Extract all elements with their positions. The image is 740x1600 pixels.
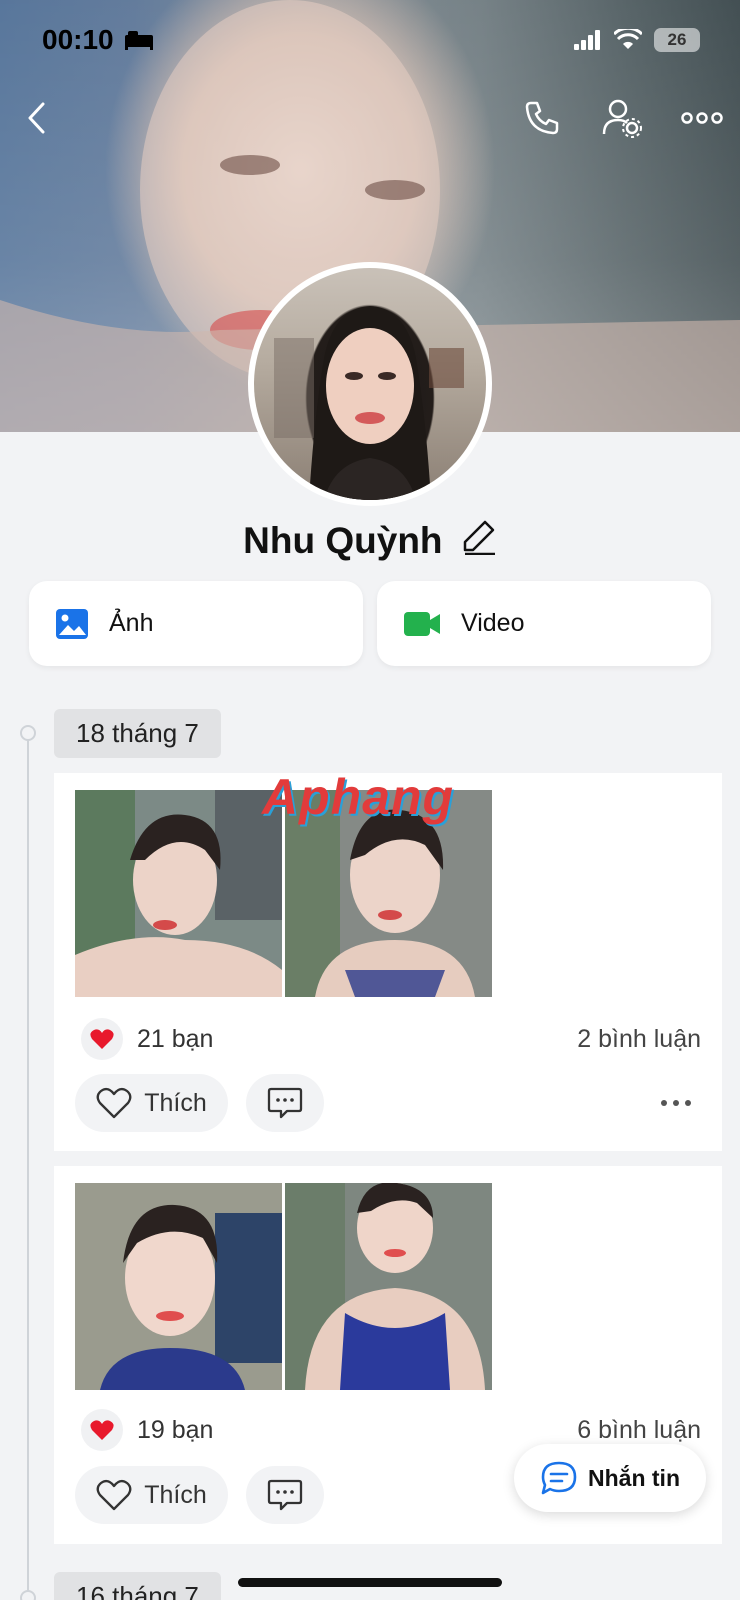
- more-icon: [661, 1100, 691, 1106]
- like-label: Thích: [144, 1088, 207, 1117]
- edit-icon: [463, 520, 495, 555]
- back-icon: [28, 102, 45, 134]
- comment-count[interactable]: 2 bình luận: [577, 1025, 701, 1054]
- like-button[interactable]: Thích: [75, 1074, 228, 1132]
- photos-tab-label: Ảnh: [109, 609, 154, 637]
- post-photo[interactable]: [75, 790, 282, 997]
- timeline-dot: [20, 725, 36, 741]
- more-options-button[interactable]: [678, 90, 726, 146]
- photo-thumbnail: [75, 1183, 282, 1390]
- heart-badge: [81, 1018, 123, 1060]
- battery-indicator: 26: [654, 28, 700, 52]
- photo-thumbnail: [285, 1183, 492, 1390]
- post-more-button[interactable]: [651, 1074, 701, 1132]
- phone-icon: [525, 101, 559, 135]
- post-photo[interactable]: [285, 1183, 492, 1390]
- heart-icon: [90, 1420, 114, 1440]
- cellular-signal-icon: [574, 30, 600, 50]
- status-time-group: 00:10: [42, 24, 154, 56]
- heart-icon: [90, 1029, 114, 1049]
- post-actions: Thích: [75, 1074, 701, 1132]
- watermark: Aphang: [262, 769, 455, 825]
- reaction-summary[interactable]: 21 bạn 2 bình luận: [81, 1017, 701, 1061]
- profile-name: Nhu Quỳnh: [243, 520, 443, 562]
- user-settings-icon: [602, 99, 642, 138]
- comment-icon: [267, 1087, 303, 1119]
- post-photos: [75, 1183, 492, 1390]
- reaction-count: 21 bạn: [137, 1024, 214, 1053]
- profile-settings-button[interactable]: [598, 90, 646, 146]
- post-photo[interactable]: [75, 1183, 282, 1390]
- comment-count[interactable]: 6 bình luận: [577, 1416, 701, 1445]
- video-tab-label: Video: [461, 609, 525, 637]
- message-icon: [541, 1461, 577, 1495]
- reaction-count: 19 bạn: [137, 1415, 214, 1444]
- back-button[interactable]: [12, 90, 60, 146]
- send-message-label: Nhắn tin: [588, 1464, 680, 1491]
- image-icon: [56, 608, 88, 639]
- avatar-portrait: [274, 306, 464, 500]
- profile-name-row: Nhu Quỳnh: [0, 518, 740, 564]
- more-icon: [681, 112, 723, 124]
- timeline-line: [27, 733, 29, 1600]
- photo-thumbnail: [75, 790, 282, 997]
- post-card: 21 bạn 2 bình luận Thích: [54, 773, 722, 1151]
- status-right: 26: [574, 28, 700, 52]
- heart-outline-icon: [96, 1479, 132, 1511]
- comment-button[interactable]: [246, 1074, 324, 1132]
- status-time: 00:10: [42, 24, 114, 55]
- call-button[interactable]: [518, 90, 566, 146]
- avatar-frame[interactable]: [248, 262, 492, 506]
- wifi-icon: [614, 29, 642, 49]
- photos-tab[interactable]: Ảnh: [29, 581, 363, 666]
- heart-badge: [81, 1409, 123, 1451]
- reaction-left: 21 bạn: [81, 1018, 213, 1060]
- comment-icon: [267, 1479, 303, 1511]
- send-message-button[interactable]: Nhắn tin: [514, 1444, 706, 1512]
- home-indicator: [238, 1578, 502, 1587]
- heart-outline-icon: [96, 1087, 132, 1119]
- like-label: Thích: [144, 1480, 207, 1509]
- status-bar: 00:10 26: [0, 0, 740, 80]
- video-icon: [404, 611, 440, 636]
- date-chip: 16 tháng 7: [54, 1572, 221, 1600]
- avatar: [254, 268, 486, 500]
- top-navigation: [0, 90, 740, 146]
- timeline-dot: [20, 1590, 36, 1600]
- reaction-left: 19 bạn: [81, 1409, 213, 1451]
- video-tab[interactable]: Video: [377, 581, 711, 666]
- edit-name-button[interactable]: [463, 519, 497, 564]
- date-chip: 18 tháng 7: [54, 709, 221, 758]
- like-button[interactable]: Thích: [75, 1466, 228, 1524]
- sleep-mode-icon: [124, 31, 153, 50]
- comment-button[interactable]: [246, 1466, 324, 1524]
